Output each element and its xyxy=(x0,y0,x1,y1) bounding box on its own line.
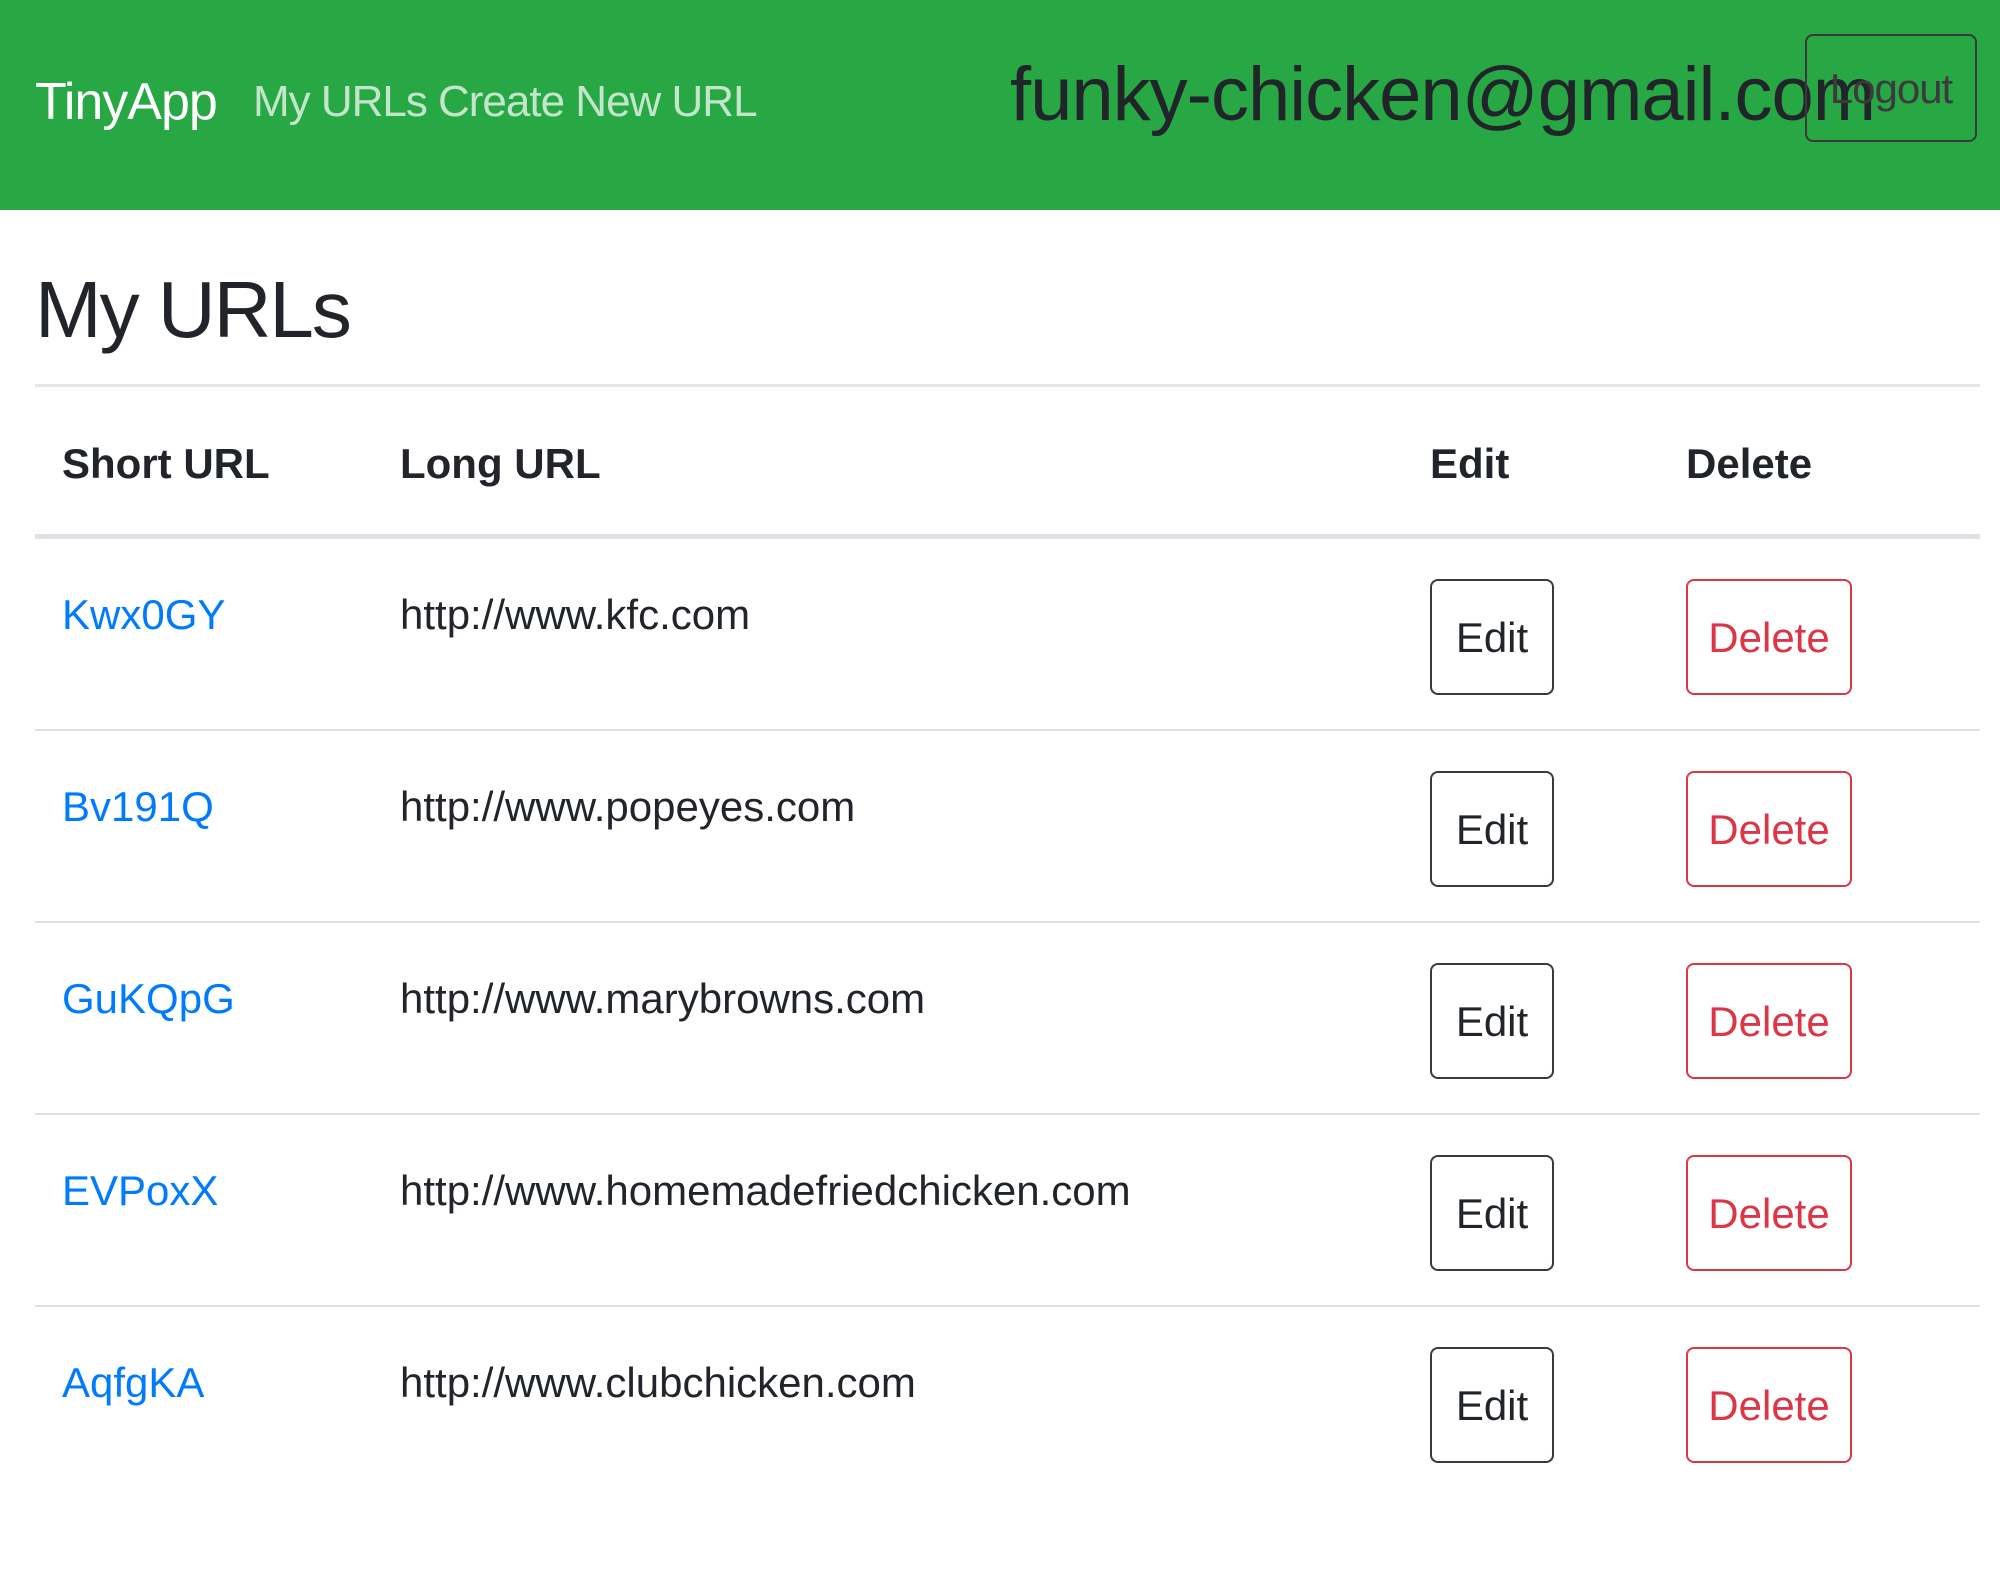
nav-link-my-urls[interactable]: My URLs xyxy=(253,72,428,132)
edit-button[interactable]: Edit xyxy=(1430,579,1554,695)
delete-button[interactable]: Delete xyxy=(1686,579,1852,695)
long-url-text: http://www.homemadefriedchicken.com xyxy=(400,1167,1131,1214)
table-row: Kwx0GY http://www.kfc.com Edit Delete xyxy=(35,539,1980,731)
user-email: funky-chicken@gmail.com xyxy=(1010,52,1876,137)
top-navbar: TinyApp My URLs Create New URL funky-chi… xyxy=(0,0,2000,210)
edit-button[interactable]: Edit xyxy=(1430,1347,1554,1463)
delete-button[interactable]: Delete xyxy=(1686,1155,1852,1271)
edit-button[interactable]: Edit xyxy=(1430,1155,1554,1271)
long-url-text: http://www.marybrowns.com xyxy=(400,975,926,1022)
delete-button[interactable]: Delete xyxy=(1686,771,1852,887)
short-url-link[interactable]: EVPoxX xyxy=(62,1163,218,1219)
delete-button[interactable]: Delete xyxy=(1686,1347,1852,1463)
table-row: Bv191Q http://www.popeyes.com Edit Delet… xyxy=(35,731,1980,923)
page-title: My URLs xyxy=(35,265,352,354)
edit-button[interactable]: Edit xyxy=(1430,771,1554,887)
short-url-link[interactable]: GuKQpG xyxy=(62,971,235,1027)
delete-button[interactable]: Delete xyxy=(1686,963,1852,1079)
short-url-link[interactable]: AqfgKA xyxy=(62,1355,204,1411)
column-header-edit: Edit xyxy=(1430,440,1510,487)
column-header-long-url: Long URL xyxy=(400,440,601,487)
title-divider xyxy=(35,384,1980,387)
table-header-row: Short URL Long URL Edit Delete xyxy=(35,388,1980,538)
long-url-text: http://www.kfc.com xyxy=(400,591,751,638)
long-url-text: http://www.popeyes.com xyxy=(400,783,856,830)
column-header-short-url: Short URL xyxy=(62,440,270,487)
logout-button[interactable]: Logout xyxy=(1805,34,1977,142)
short-url-link[interactable]: Bv191Q xyxy=(62,779,214,835)
column-header-delete: Delete xyxy=(1686,440,1813,487)
brand-link[interactable]: TinyApp xyxy=(35,70,218,135)
long-url-text: http://www.clubchicken.com xyxy=(400,1359,916,1406)
table-row: GuKQpG http://www.marybrowns.com Edit De… xyxy=(35,923,1980,1115)
table-row: EVPoxX http://www.homemadefriedchicken.c… xyxy=(35,1115,1980,1307)
table-row: AqfgKA http://www.clubchicken.com Edit D… xyxy=(35,1307,1980,1499)
nav-link-create-new-url[interactable]: Create New URL xyxy=(438,72,758,132)
edit-button[interactable]: Edit xyxy=(1430,963,1554,1079)
short-url-link[interactable]: Kwx0GY xyxy=(62,587,225,643)
